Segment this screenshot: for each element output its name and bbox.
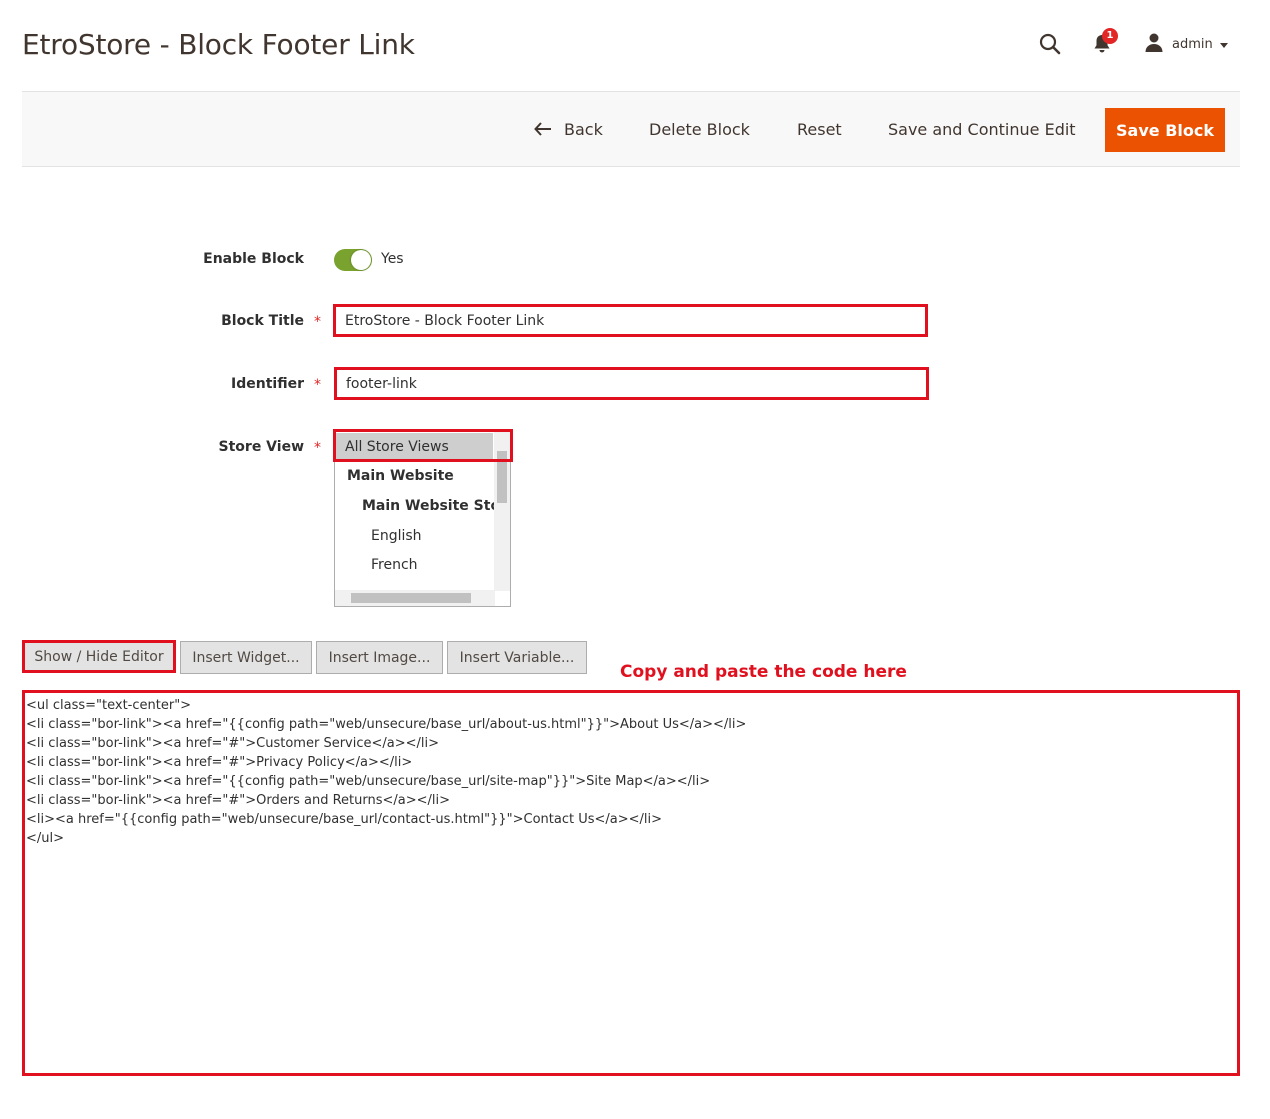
required-asterisk: * — [314, 377, 321, 393]
block-title-label: Block Title — [221, 313, 304, 329]
user-icon — [1144, 32, 1164, 56]
chevron-down-icon — [1219, 35, 1229, 54]
code-line: <li class="bor-link"><a href="{{config p… — [26, 717, 747, 732]
header-actions: 1 admin — [1030, 28, 1240, 58]
store-option-english[interactable]: English — [335, 522, 422, 550]
code-line: <li class="bor-link"><a href="#">Privacy… — [26, 755, 413, 770]
code-line: <li><a href="{{config path="web/unsecure… — [26, 812, 663, 827]
code-line: <ul class="text-center"> — [26, 698, 192, 713]
toggle-knob — [351, 250, 371, 270]
code-line: <li class="bor-link"><a href="#">Custome… — [26, 736, 440, 751]
page-actions-toolbar: Back Delete Block Reset Save and Continu… — [22, 91, 1240, 167]
insert-variable-button[interactable]: Insert Variable... — [447, 641, 587, 674]
store-option-group-store: Main Website Store — [362, 498, 511, 514]
search-icon[interactable] — [1038, 32, 1062, 56]
delete-block-button[interactable]: Delete Block — [649, 92, 750, 166]
instruction-annotation: Copy and paste the code here — [620, 662, 907, 682]
notifications-bell-icon[interactable]: 1 — [1090, 28, 1118, 56]
code-line: </ul> — [26, 831, 65, 846]
scrollbar-thumb[interactable] — [351, 593, 471, 603]
notification-count-badge: 1 — [1102, 28, 1118, 44]
required-asterisk: * — [314, 440, 321, 456]
enable-block-value: Yes — [381, 251, 404, 267]
store-option-french[interactable]: French — [335, 551, 418, 579]
horizontal-scrollbar[interactable] — [335, 590, 495, 606]
reset-button[interactable]: Reset — [797, 92, 842, 166]
arrow-left-icon — [534, 122, 552, 136]
enable-block-toggle[interactable] — [334, 249, 372, 271]
insert-image-button[interactable]: Insert Image... — [316, 641, 443, 674]
insert-widget-button[interactable]: Insert Widget... — [180, 641, 312, 674]
enable-block-label: Enable Block — [203, 251, 304, 267]
code-line: <li class="bor-link"><a href="#">Orders … — [26, 793, 451, 808]
user-name: admin — [1172, 36, 1213, 52]
content-code-textarea[interactable]: <ul class="text-center"> <li class="bor-… — [22, 690, 1240, 1076]
identifier-label: Identifier — [231, 376, 304, 392]
identifier-input[interactable]: footer-link — [334, 367, 929, 400]
store-view-label: Store View — [218, 439, 304, 455]
required-asterisk: * — [314, 314, 321, 330]
save-and-continue-button[interactable]: Save and Continue Edit — [888, 92, 1076, 166]
block-title-input[interactable]: EtroStore - Block Footer Link — [333, 304, 928, 337]
user-account-menu[interactable]: admin — [1144, 32, 1229, 56]
back-button[interactable]: Back — [534, 92, 603, 166]
code-line: <li class="bor-link"><a href="{{config p… — [26, 774, 711, 789]
show-hide-editor-button[interactable]: Show / Hide Editor — [22, 640, 176, 673]
save-block-button[interactable]: Save Block — [1105, 108, 1225, 152]
store-option-group-website: Main Website — [347, 468, 454, 484]
selection-highlight-box — [333, 429, 513, 462]
back-label: Back — [564, 119, 603, 139]
page-title: EtroStore - Block Footer Link — [22, 28, 415, 61]
